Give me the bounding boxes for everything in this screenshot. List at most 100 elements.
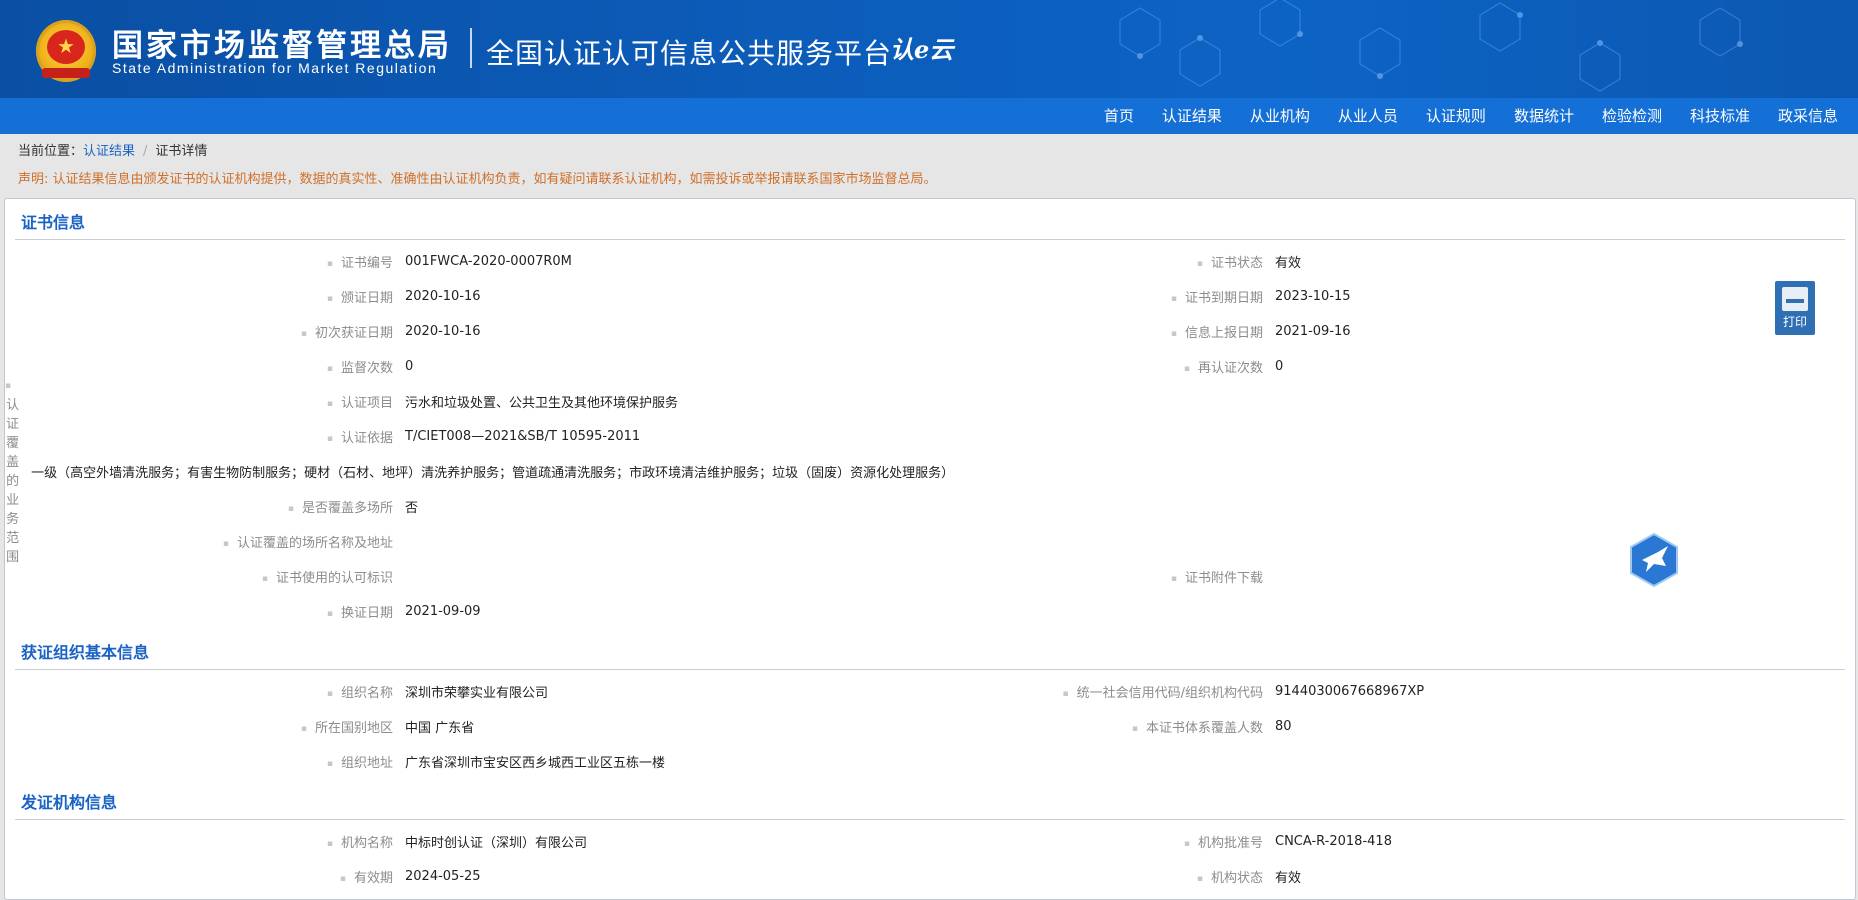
field-label: 机构名称: [5, 832, 405, 851]
platform-logo: 认e云: [890, 35, 954, 64]
field: 证书状态有效: [875, 252, 1745, 271]
field: 所在国别地区中国 广东省: [5, 717, 875, 736]
field-value: 2020-10-16: [405, 324, 481, 339]
field-label: 是否覆盖多场所: [5, 497, 405, 516]
field-value: 中标时创认证（深圳）有限公司: [405, 836, 588, 851]
printer-icon: [1782, 287, 1808, 311]
field-label: 机构批准号: [875, 832, 1275, 851]
field-label: 证书状态: [875, 252, 1275, 271]
field-row: 证书编号001FWCA-2020-0007R0M证书状态有效: [5, 244, 1855, 279]
field-value: CNCA-R-2018-418: [1275, 834, 1392, 849]
field: 监督次数0: [5, 357, 875, 376]
field-label: 证书编号: [5, 252, 405, 271]
section-title-issuer: 发证机构信息: [15, 779, 1845, 820]
nav-standards[interactable]: 科技标准: [1676, 98, 1764, 134]
field-value: 中国 广东省: [405, 721, 475, 736]
field: 换证日期2021-09-09: [5, 602, 875, 621]
field: 再认证次数0: [875, 357, 1745, 376]
field-value: 2023-10-15: [1275, 289, 1351, 304]
org-name-cn: 国家市场监督管理总局: [112, 28, 452, 64]
field-value: 0: [1275, 359, 1284, 374]
field-label: 证书附件下载: [875, 567, 1275, 586]
field-row: 认证覆盖的业务范围一级（高空外墙清洗服务；有害生物防制服务；硬材（石材、地坪）清…: [5, 398, 1855, 565]
field-value: 9144030067668967XP: [1275, 684, 1425, 699]
field: 统一社会信用代码/组织机构代码9144030067668967XP: [875, 682, 1745, 701]
disclaimer-notice: 声明: 认证结果信息由颁发证书的认证机构提供，数据的真实性、准确性由认证机构负责…: [18, 172, 937, 187]
nav-personnel[interactable]: 从业人员: [1324, 98, 1412, 134]
breadcrumb-link-results[interactable]: 认证结果: [83, 144, 135, 159]
field: 颁证日期2020-10-16: [5, 287, 875, 306]
field-label: 证书使用的认可标识: [5, 567, 405, 586]
breadcrumb-prefix: 当前位置：: [18, 144, 84, 159]
field-label: 初次获证日期: [5, 322, 405, 341]
field: 证书到期日期2023-10-15: [875, 287, 1745, 306]
field-row: 所在国别地区中国 广东省本证书体系覆盖人数80: [5, 709, 1855, 744]
field: 证书使用的认可标识: [5, 567, 875, 586]
field-label: 颁证日期: [5, 287, 405, 306]
field-value: 深圳市荣攀实业有限公司: [405, 686, 549, 701]
field-row: 有效期2024-05-25机构状态有效: [5, 859, 1855, 894]
field-label: 换证日期: [5, 602, 405, 621]
breadcrumb-current: 证书详情: [155, 144, 208, 159]
field-label: 组织地址: [5, 752, 405, 771]
field-row: 机构名称中标时创认证（深圳）有限公司机构批准号CNCA-R-2018-418: [5, 824, 1855, 859]
field-label: 组织名称: [5, 682, 405, 701]
field-value: 有效: [1275, 871, 1302, 886]
field-label: 所在国别地区: [5, 717, 405, 736]
field: 是否覆盖多场所否: [5, 497, 875, 516]
field: 信息上报日期2021-09-16: [875, 322, 1745, 341]
field: 机构名称中标时创认证（深圳）有限公司: [5, 832, 875, 851]
field: 机构批准号CNCA-R-2018-418: [875, 832, 1745, 851]
field-value: 80: [1275, 719, 1292, 734]
field: 组织地址广东省深圳市宝安区西乡城西工业区五栋一楼: [5, 752, 875, 771]
section-title-cert: 证书信息: [15, 199, 1845, 240]
print-label: 打印: [1782, 315, 1807, 329]
nav-cert-results[interactable]: 认证结果: [1148, 98, 1236, 134]
field-row: 换证日期2021-09-09: [5, 594, 1855, 629]
field: 本证书体系覆盖人数80: [875, 717, 1745, 736]
field: 初次获证日期2020-10-16: [5, 322, 875, 341]
main-nav: 首页 认证结果 从业机构 从业人员 认证规则 数据统计 检验检测 科技标准 政采…: [0, 98, 1858, 134]
nav-institutions[interactable]: 从业机构: [1236, 98, 1324, 134]
detail-panel: 证书信息证书编号001FWCA-2020-0007R0M证书状态有效颁证日期20…: [4, 198, 1856, 900]
field-value: 一级（高空外墙清洗服务；有害生物防制服务；硬材（石材、地坪）清洗养护服务；管道疏…: [31, 466, 955, 481]
breadcrumb-separator: /: [143, 144, 148, 159]
national-emblem-icon: ★: [36, 20, 96, 82]
field-value: 否: [405, 501, 419, 516]
field: 证书附件下载: [875, 567, 1745, 586]
nav-procurement[interactable]: 政采信息: [1764, 98, 1852, 134]
field-value: 2020-10-16: [405, 289, 481, 304]
field-row: 组织地址广东省深圳市宝安区西乡城西工业区五栋一楼: [5, 744, 1855, 779]
field-value: 2024-05-25: [405, 869, 481, 884]
nav-home[interactable]: 首页: [1090, 98, 1148, 134]
nav-statistics[interactable]: 数据统计: [1500, 98, 1588, 134]
nav-inspection[interactable]: 检验检测: [1588, 98, 1676, 134]
field-label: 本证书体系覆盖人数: [875, 717, 1275, 736]
field-label: 信息上报日期: [875, 322, 1275, 341]
org-name-en: State Administration for Market Regulati…: [112, 60, 438, 76]
field-label: 再认证次数: [875, 357, 1275, 376]
field-row: 颁证日期2020-10-16证书到期日期2023-10-15: [5, 279, 1855, 314]
field-label: 有效期: [5, 867, 405, 886]
field-value: 001FWCA-2020-0007R0M: [405, 254, 572, 269]
field-label: 统一社会信用代码/组织机构代码: [875, 682, 1275, 701]
platform-title: 全国认证认可信息公共服务平台: [486, 37, 893, 70]
field-label: 监督次数: [5, 357, 405, 376]
field-row: 初次获证日期2020-10-16信息上报日期2021-09-16: [5, 314, 1855, 349]
field-label: 认证覆盖的场所名称及地址: [5, 532, 405, 551]
nav-cert-rules[interactable]: 认证规则: [1412, 98, 1500, 134]
field: 有效期2024-05-25: [5, 867, 875, 886]
field: 证书编号001FWCA-2020-0007R0M: [5, 252, 875, 271]
breadcrumb: 当前位置：认证结果 / 证书详情: [0, 134, 1858, 170]
header-divider: [470, 28, 472, 68]
field-label: 机构状态: [875, 867, 1275, 886]
section-title-org: 获证组织基本信息: [15, 629, 1845, 670]
bird-badge-icon[interactable]: [1628, 532, 1680, 588]
field-row: 组织名称深圳市荣攀实业有限公司统一社会信用代码/组织机构代码9144030067…: [5, 674, 1855, 709]
field-value: 2021-09-09: [405, 604, 481, 619]
field: 机构状态有效: [875, 867, 1745, 886]
field-value: 有效: [1275, 256, 1302, 271]
field: 组织名称深圳市荣攀实业有限公司: [5, 682, 875, 701]
field-label: 证书到期日期: [875, 287, 1275, 306]
print-button[interactable]: 打印: [1775, 281, 1815, 335]
